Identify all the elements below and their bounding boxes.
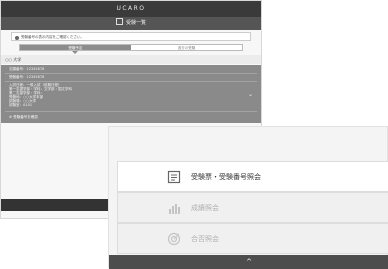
bottom-bar[interactable]: ^ bbox=[109, 255, 388, 269]
divider bbox=[5, 111, 257, 112]
exam-detail-panel[interactable]: 志願番号：12345678 受験番号：12345678 入試日程：一般入試（前期… bbox=[1, 65, 261, 123]
panel-footer-label: 受験番号を確認 bbox=[13, 115, 38, 119]
menu-card: 受験票・受験番号照会 成績照会 合否照会 ^ bbox=[108, 126, 388, 269]
active-tab-indicator bbox=[72, 51, 78, 54]
menu-item-label: 成績照会 bbox=[191, 203, 219, 212]
info-icon bbox=[15, 35, 19, 40]
section-title: ○○ 大学 bbox=[1, 55, 261, 64]
tab-past[interactable]: 過去の受験 bbox=[131, 45, 242, 50]
gear-icon: ⚙ bbox=[9, 115, 13, 119]
panel-footer-link[interactable]: ⚙ 受験番号を確認 bbox=[9, 115, 38, 120]
tab-upcoming[interactable]: 受験予定 bbox=[20, 45, 131, 50]
brand-logo: UCARO bbox=[116, 5, 146, 12]
detail-row: 試験室：A101 bbox=[9, 103, 33, 107]
menu-item-exam-ticket[interactable]: 受験票・受験番号照会 bbox=[117, 161, 388, 192]
menu-item-grades[interactable]: 成績照会 bbox=[117, 192, 388, 223]
menu-item-label: 受験票・受験番号照会 bbox=[191, 172, 261, 181]
title-bar: 受験一覧 bbox=[1, 17, 261, 30]
chevron-down-icon[interactable]: ⌄ bbox=[248, 91, 253, 98]
document-list-icon bbox=[166, 169, 182, 185]
menu-item-results[interactable]: 合否照会 bbox=[117, 223, 388, 254]
tab-bar: 受験予定 過去の受験 bbox=[19, 44, 243, 51]
target-icon bbox=[166, 231, 182, 247]
chevron-up-icon[interactable]: ^ bbox=[246, 258, 252, 266]
bar-chart-icon bbox=[166, 200, 182, 216]
menu-item-label: 合否照会 bbox=[191, 234, 219, 243]
divider bbox=[5, 81, 257, 82]
detail-row: 受験番号：12345678 bbox=[9, 75, 45, 79]
page-title: 受験一覧 bbox=[125, 20, 146, 26]
notice-text: 受験番号の表示内容をご確認ください。 bbox=[21, 35, 84, 39]
divider bbox=[5, 73, 257, 74]
detail-row: 志願番号：12345678 bbox=[9, 67, 45, 71]
checklist-icon bbox=[115, 18, 123, 25]
brand-bar: UCARO bbox=[1, 1, 261, 17]
notice-banner: 受験番号の表示内容をご確認ください。 bbox=[11, 32, 251, 41]
